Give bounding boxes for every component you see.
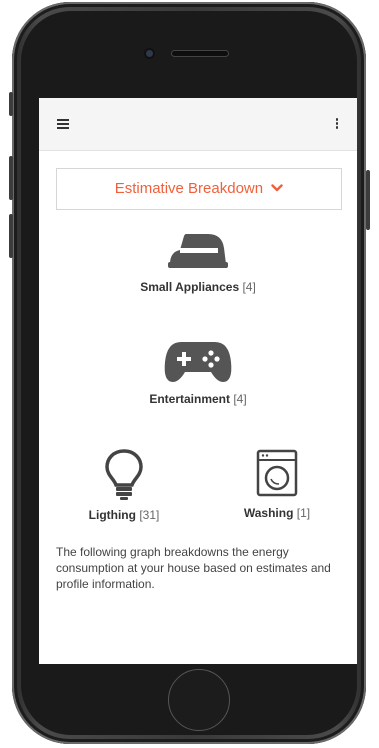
category-name: Washing: [243, 506, 294, 520]
home-button[interactable]: [168, 669, 230, 731]
app-screen: Estimative Breakdown Small Appliances [4…: [39, 98, 357, 664]
power-button: [366, 170, 370, 230]
washing-machine-icon: [256, 449, 298, 497]
category-count: [4]: [233, 392, 247, 406]
volume-down-button: [9, 214, 13, 258]
chevron-down-icon: [271, 183, 283, 191]
category-name: Ligthing: [88, 508, 136, 522]
category-count: [4]: [242, 280, 256, 294]
kebab-menu-icon[interactable]: [335, 118, 339, 130]
category-lighting[interactable]: Ligthing [31]: [54, 448, 194, 522]
category-name: Entertainment: [149, 392, 230, 406]
breakdown-description: The following graph breakdowns the energ…: [56, 545, 331, 591]
earpiece-speaker: [172, 51, 228, 56]
dropdown-label: Estimative Breakdown: [114, 180, 264, 197]
category-entertainment[interactable]: Entertainment [4]: [118, 338, 278, 406]
hamburger-menu-icon[interactable]: [57, 119, 69, 129]
app-bar: [39, 98, 357, 151]
category-washing[interactable]: Washing [1]: [207, 448, 347, 520]
iron-icon: [168, 234, 228, 268]
gamepad-icon: [164, 342, 232, 382]
category-count: [1]: [296, 506, 311, 520]
volume-up-button: [9, 156, 13, 200]
lightbulb-icon: [105, 449, 143, 500]
category-name: Small Appliances: [140, 280, 240, 294]
silent-switch: [9, 92, 13, 116]
front-camera: [146, 50, 153, 57]
breakdown-dropdown[interactable]: Estimative Breakdown: [56, 168, 342, 210]
category-small-appliances[interactable]: Small Appliances [4]: [118, 228, 278, 294]
category-count: [31]: [139, 508, 160, 522]
